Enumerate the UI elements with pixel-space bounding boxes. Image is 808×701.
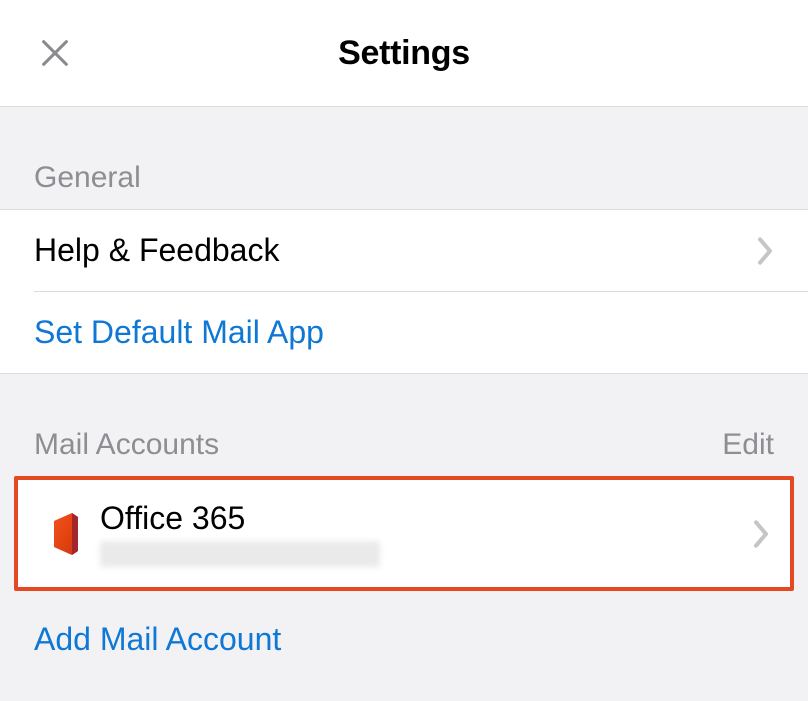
edit-accounts-button[interactable]: Edit — [722, 428, 774, 462]
account-name-label: Office 365 — [100, 500, 380, 537]
general-list: Help & Feedback Set Default Mail App — [0, 209, 808, 374]
account-email-redacted — [100, 541, 380, 567]
help-feedback-row[interactable]: Help & Feedback — [0, 210, 808, 291]
section-header-mail-accounts-label: Mail Accounts — [34, 428, 219, 462]
settings-header: Settings — [0, 0, 808, 107]
section-header-mail-accounts: Mail Accounts Edit — [0, 374, 808, 476]
section-header-general: General — [0, 107, 808, 209]
account-highlight-box: Office 365 — [14, 476, 794, 591]
help-feedback-label: Help & Feedback — [34, 232, 279, 269]
close-button[interactable] — [38, 36, 72, 70]
set-default-mail-label: Set Default Mail App — [34, 314, 324, 351]
chevron-right-icon — [756, 236, 774, 266]
account-row-office365[interactable]: Office 365 — [18, 480, 790, 587]
chevron-right-icon — [752, 519, 770, 549]
add-mail-account-label: Add Mail Account — [34, 621, 281, 657]
close-icon — [38, 36, 72, 70]
section-header-general-label: General — [34, 161, 141, 195]
office-icon — [28, 511, 100, 557]
page-title: Settings — [338, 34, 470, 73]
add-mail-account-button[interactable]: Add Mail Account — [0, 591, 808, 658]
account-text: Office 365 — [100, 500, 380, 567]
set-default-mail-row[interactable]: Set Default Mail App — [0, 292, 808, 373]
